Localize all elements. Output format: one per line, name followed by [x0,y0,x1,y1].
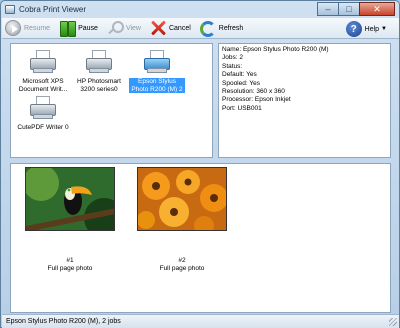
magnifier-icon [107,20,124,36]
refresh-label: Refresh [218,24,244,32]
printer-item[interactable]: Microsoft XPS Document Writ... [15,50,71,93]
app-icon [5,4,15,14]
help-label: Help [364,25,380,33]
print-job-item[interactable]: #2 Full page photo [137,167,227,273]
resume-button[interactable]: Resume [2,18,53,38]
resize-grip-icon[interactable] [389,318,397,326]
orange-flowers-photo-thumbnail [137,167,227,231]
printer-icon [28,96,58,122]
prop-jobs: Jobs: 2 [222,54,243,62]
prop-status: Status: [222,62,243,70]
cancel-button[interactable]: Cancel [147,18,194,38]
print-job-list[interactable]: #1 Full page photo #2 Full page photo [10,163,391,313]
printer-icon [28,50,58,76]
help-icon: ? [345,21,362,37]
printer-properties-panel: Name: Epson Stylus Photo R200 (M) Jobs: … [218,43,391,158]
minimize-button[interactable]: – [317,2,339,16]
print-job-item[interactable]: #1 Full page photo [25,167,115,273]
cancel-label: Cancel [168,24,191,32]
printer-item[interactable]: HP Photosmart 3200 series0 [71,50,127,93]
printer-icon [142,50,172,76]
prop-spooled: Spooled: Yes [222,79,260,87]
chevron-down-icon: ▼ [381,26,387,32]
prop-name: Name: Epson Stylus Photo R200 (M) [222,46,329,53]
help-button[interactable]: ? Help ▼ [343,19,390,39]
printer-label: Microsoft XPS Document Writ... [18,78,68,93]
prop-default: Default: Yes [222,71,257,79]
view-label: View [125,24,141,32]
job-description: Full page photo [47,265,93,272]
view-button[interactable]: View [104,18,144,38]
refresh-button[interactable]: Refresh [197,18,247,38]
refresh-icon [199,20,216,37]
caption-buttons: – □ ✕ [317,2,395,16]
maximize-button[interactable]: □ [338,2,360,16]
status-bar: Epson Stylus Photo R200 (M), 2 jobs [2,314,399,328]
pause-button[interactable]: Pause [56,18,101,38]
printer-icon [84,50,114,76]
app-window: Cobra Print Viewer – □ ✕ Resume Pause Vi… [0,0,400,328]
prop-processor: Processor: Epson Inkjet [222,96,291,104]
pause-icon [59,20,77,37]
printer-list[interactable]: Microsoft XPS Document Writ... HP Photos… [10,43,213,158]
job-number: #2 [178,257,186,264]
toolbar: Resume Pause View Cancel Refresh ? Help … [2,18,399,39]
job-number: #1 [66,257,74,264]
printer-label: CutePDF Writer 0 [17,124,69,131]
resume-label: Resume [24,24,51,32]
prop-resolution: Resolution: 360 x 360 [222,88,285,96]
toucan-photo-thumbnail [25,167,115,231]
title-bar[interactable]: Cobra Print Viewer – □ ✕ [1,1,399,17]
pause-label: Pause [78,24,98,32]
resume-icon [5,20,21,36]
prop-port: Port: USB001 [222,104,262,112]
red-x-icon [150,20,166,36]
status-text: Epson Stylus Photo R200 (M), 2 jobs [6,318,121,325]
window-title: Cobra Print Viewer [19,4,86,14]
printer-item-selected[interactable]: Epson Stylus Photo R200 (M) 2 [129,50,185,93]
printer-label: Epson Stylus Photo R200 (M) 2 [129,78,185,93]
job-description: Full page photo [159,265,205,272]
printer-item[interactable]: CutePDF Writer 0 [15,96,71,132]
close-button[interactable]: ✕ [359,2,395,16]
printer-label: HP Photosmart 3200 series0 [77,78,121,93]
